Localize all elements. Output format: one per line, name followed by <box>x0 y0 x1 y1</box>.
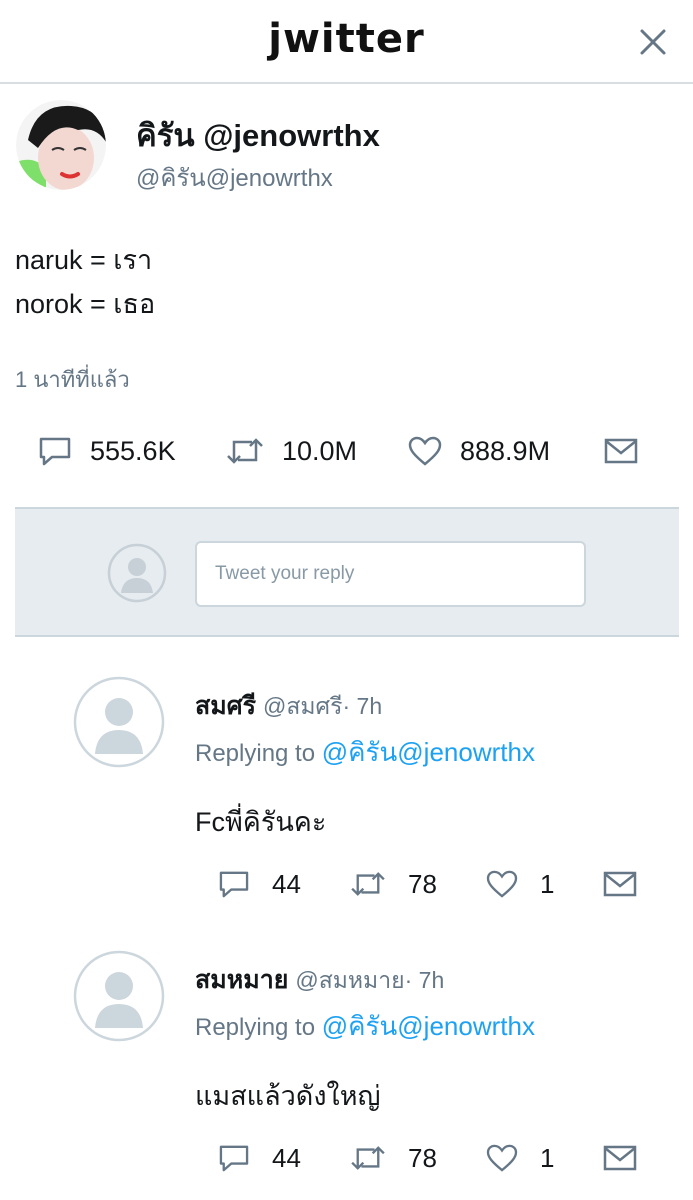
replying-to: Replying to @คิรัน@jenowrthx <box>195 732 535 773</box>
replying-to-label: Replying to <box>195 740 316 767</box>
dm-icon <box>604 438 638 464</box>
reply-avatar[interactable] <box>73 676 165 768</box>
tweet-line-2: norok = เธอ <box>15 289 156 319</box>
reply-reply-count: 44 <box>272 1142 301 1173</box>
reply-author[interactable]: สมหมาย @สมหมาย· 7h <box>195 960 444 1000</box>
reply-retweet-action[interactable]: 78 <box>350 864 437 904</box>
reply-text: แมสแล้วดังใหญ่ <box>195 1081 381 1111</box>
reply-retweet-action[interactable]: 78 <box>350 1138 437 1178</box>
like-icon <box>486 870 518 898</box>
reply-author-handle: @สมศรี· 7h <box>263 693 383 719</box>
reply-text: Fcพี่คิรันคะ <box>195 807 327 837</box>
retweet-icon <box>227 438 263 464</box>
reply-author-name: สมศรี <box>195 692 257 720</box>
reply-icon <box>219 871 249 898</box>
replying-to-label: Replying to <box>195 1014 316 1041</box>
reply-author-name: สมหมาย <box>195 966 289 994</box>
tweet-text: naruk = เรา norok = เธอ <box>15 238 155 326</box>
tweet-actions: 555.6K 10.0M 888.9M <box>0 428 693 478</box>
reply-author[interactable]: สมศรี @สมศรี· 7h <box>195 686 382 726</box>
reply-icon <box>219 1145 249 1172</box>
reply-reply-action[interactable]: 44 <box>218 1138 301 1178</box>
author-avatar[interactable] <box>16 100 106 190</box>
replying-to-mention[interactable]: @คิรัน@jenowrthx <box>322 737 535 767</box>
like-icon <box>486 1144 518 1172</box>
tweet-timestamp: 1 นาทีที่แล้ว <box>15 367 130 392</box>
close-icon[interactable] <box>639 28 667 56</box>
retweet-icon <box>351 872 385 896</box>
app-logo: jwitter <box>268 16 425 62</box>
reply-reply-count: 44 <box>272 868 301 899</box>
reply-reply-action[interactable]: 44 <box>218 864 301 904</box>
retweet-action[interactable]: 10.0M <box>226 428 357 474</box>
reply-dm-action[interactable] <box>603 1138 637 1178</box>
dm-icon <box>603 871 637 897</box>
user-avatar <box>107 543 167 603</box>
replying-to: Replying to @คิรัน@jenowrthx <box>195 1006 535 1047</box>
reply-like-count: 1 <box>540 1142 555 1173</box>
reply-author-handle: @สมหมาย· 7h <box>295 967 445 993</box>
reply-compose <box>15 507 679 637</box>
like-icon <box>408 436 442 466</box>
reply-action[interactable]: 555.6K <box>38 428 176 474</box>
tweet-line-1: naruk = เรา <box>15 245 153 275</box>
reply-input[interactable] <box>195 541 586 607</box>
reply-like-action[interactable]: 1 <box>486 864 554 904</box>
like-count: 888.9M <box>460 435 551 466</box>
reply-icon <box>39 437 71 466</box>
reply-retweet-count: 78 <box>408 1142 437 1173</box>
author-handle[interactable]: @คิรัน@jenowrthx <box>136 158 333 197</box>
reply-like-count: 1 <box>540 868 555 899</box>
reply-avatar[interactable] <box>73 950 165 1042</box>
dm-action[interactable] <box>604 428 638 474</box>
like-action[interactable]: 888.9M <box>408 428 550 474</box>
dm-icon <box>603 1145 637 1171</box>
reply-dm-action[interactable] <box>603 864 637 904</box>
reply-like-action[interactable]: 1 <box>486 1138 554 1178</box>
retweet-count: 10.0M <box>282 435 358 466</box>
reply-retweet-count: 78 <box>408 868 437 899</box>
retweet-icon <box>351 1146 385 1170</box>
author-display-name[interactable]: คิรัน @jenowrthx <box>136 110 380 160</box>
replying-to-mention[interactable]: @คิรัน@jenowrthx <box>322 1011 535 1041</box>
reply-count: 555.6K <box>90 435 176 466</box>
top-bar: jwitter <box>0 0 693 84</box>
